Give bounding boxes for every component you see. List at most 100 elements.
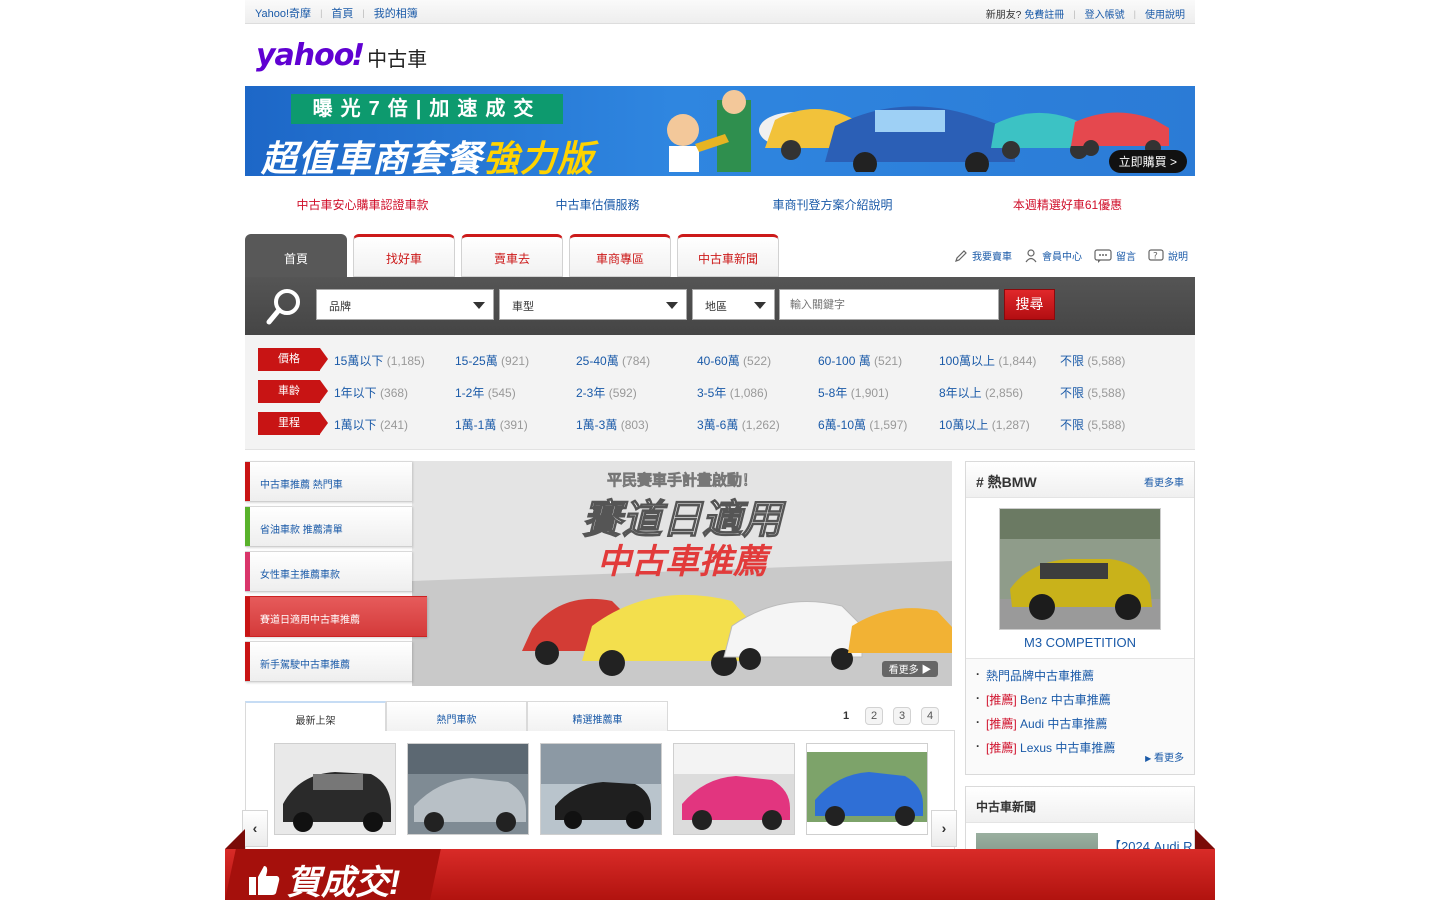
filter-option-label: 6萬-10萬 [818,418,867,432]
filter-option-count: (5,588) [1087,418,1126,432]
filter-row-price: 價格 15萬以下 (1,185) 15-25萬 (921) 25-40萬 (78… [258,348,1178,371]
filter-option[interactable]: 不限 (5,588) [1060,352,1125,369]
filter-option-count: (1,287) [991,418,1030,432]
filter-option-label: 40-60萬 [697,354,740,368]
category-item-active[interactable]: 賽道日適用中古車推薦 [245,596,427,637]
featured-link-text: Lexus 中古車推薦 [1020,741,1116,755]
tool-member[interactable]: 會員中心 [1024,248,1082,263]
filter-option[interactable]: 6萬-10萬 (1,597) [818,416,907,433]
tab-home[interactable]: 首頁 [245,234,347,277]
notice-link[interactable]: 車商刊登方案介紹說明 [715,196,950,213]
banner-cars-illustration [667,90,1169,172]
tool-sell[interactable]: 我要賣車 [954,248,1012,263]
featured-link-text: Audi 中古車推薦 [1020,717,1108,731]
model-select[interactable]: 車型 [499,289,687,320]
listing-tab-popular[interactable]: 熱門車款 [386,701,527,731]
hero-banner[interactable]: 曝光7倍|加速成交 超值車商套餐強力版 立即購買 > [245,86,1195,176]
filter-option[interactable]: 3萬-6萬 (1,262) [697,416,780,433]
carousel-next-button[interactable]: › [931,810,957,847]
notice-link[interactable]: 中古車安心購車認證車款 [245,196,480,213]
listing-card[interactable] [274,743,396,835]
brand-select[interactable]: 品牌 [316,289,494,320]
tool-message[interactable]: 留言 [1094,248,1136,263]
listing-card[interactable] [407,743,529,835]
filter-option[interactable]: 1-2年 (545) [455,384,516,401]
filter-option-label: 5-8年 [818,386,848,400]
top-link-home[interactable]: 首頁 [331,5,353,21]
carousel-prev-button[interactable]: ‹ [242,810,268,847]
filter-option[interactable]: 2-3年 (592) [576,384,637,401]
filter-option[interactable]: 1萬-1萬 (391) [455,416,528,433]
filter-option[interactable]: 5-8年 (1,901) [818,384,889,401]
filter-label: 價格 [258,348,328,371]
category-item[interactable]: 中古車推薦 熱門車 [245,461,412,502]
filter-option[interactable]: 40-60萬 (522) [697,352,771,369]
featured-link[interactable]: [推薦] Benz 中古車推薦 [976,688,1194,708]
filter-option[interactable]: 1年以下 (368) [334,384,408,401]
filter-option[interactable]: 3-5年 (1,086) [697,384,768,401]
listing-card[interactable] [806,743,928,835]
tab-dealer[interactable]: 車商專區 [569,234,671,277]
search-button[interactable]: 搜尋 [1004,289,1055,320]
filter-option[interactable]: 100萬以上 (1,844) [939,352,1036,369]
featured-link[interactable]: [推薦] Audi 中古車推薦 [976,712,1194,732]
register-link[interactable]: 免費註冊 [1024,6,1064,21]
deal-banner-bar[interactable]: 賀成交! [225,829,1215,900]
filter-option[interactable]: 25-40萬 (784) [576,352,650,369]
separator: | [320,8,323,18]
filter-option[interactable]: 15-25萬 (921) [455,352,529,369]
featured-more-link[interactable]: 看更多車 [1144,474,1184,489]
featured-car-photo[interactable] [999,508,1161,630]
tool-help[interactable]: ? 說明 [1148,248,1188,263]
top-link-album[interactable]: 我的相簿 [374,5,418,21]
filter-option[interactable]: 10萬以上 (1,287) [939,416,1030,433]
promo-banner[interactable]: 平民賽車手計畫啟動！ 賽道日適用 中古車推薦 看更多 ▶ [412,461,952,686]
tool-member-label: 會員中心 [1042,252,1082,263]
help-link[interactable]: 使用說明 [1145,6,1185,21]
featured-link[interactable]: 熱門品牌中古車推薦 [976,664,1194,684]
listing-card[interactable] [540,743,662,835]
tab-sell-car[interactable]: 賣車去 [461,234,563,277]
filter-option[interactable]: 60-100 萬 (521) [818,352,902,369]
promo-more: 看更多 ▶ [889,663,932,676]
filter-option[interactable]: 8年以上 (2,856) [939,384,1023,401]
keyword-input[interactable] [779,289,999,320]
listing-card[interactable] [673,743,795,835]
filter-option-label: 2-3年 [576,386,606,400]
filter-option[interactable]: 15萬以下 (1,185) [334,352,425,369]
filter-option[interactable]: 1萬-3萬 (803) [576,416,649,433]
filter-option[interactable]: 不限 (5,588) [1060,384,1125,401]
top-link-yahoo[interactable]: Yahoo!奇摩 [255,5,311,21]
featured-caption[interactable]: M3 COMPETITION [966,635,1194,650]
chevron-down-icon [754,302,766,309]
category-label: 女性車主推薦車款 [260,570,340,581]
listing-tab-picks[interactable]: 精選推薦車 [527,701,668,731]
featured-more2-link[interactable]: ▶ 看更多 [1145,749,1184,764]
filter-option[interactable]: 不限 (5,588) [1060,416,1125,433]
featured-car-image [1000,509,1160,629]
tab-find-car[interactable]: 找好車 [353,234,455,277]
category-color-bar [245,552,250,591]
site-logo[interactable]: yahoo! 中古車 [256,38,427,73]
logo-suffix: 中古車 [367,49,428,71]
featured-link-tag: [推薦] [986,741,1017,755]
page-button[interactable]: 4 [921,707,939,725]
filter-option[interactable]: 1萬以下 (241) [334,416,408,433]
filter-option-count: (2,856) [985,386,1024,400]
filter-option-count: (5,588) [1087,354,1126,368]
region-select[interactable]: 地區 [692,289,775,320]
notice-link[interactable]: 中古車估價服務 [480,196,715,213]
listing-tab-latest[interactable]: 最新上架 [245,701,386,732]
category-item[interactable]: 新手駕駛中古車推薦 [245,641,412,682]
category-item[interactable]: 女性車主推薦車款 [245,551,412,592]
category-list: 中古車推薦 熱門車 省油車款 推薦清單 女性車主推薦車款 賽道日適用中古車推薦 … [245,461,427,686]
filter-option-label: 100萬以上 [939,354,996,368]
login-link[interactable]: 登入帳號 [1085,6,1125,21]
tab-news[interactable]: 中古車新聞 [677,234,779,277]
page-button-current[interactable]: 1 [837,707,855,725]
category-item[interactable]: 省油車款 推薦清單 [245,506,412,547]
page-button[interactable]: 3 [893,707,911,725]
buy-now-button[interactable]: 立即購買 > [1108,150,1187,173]
notice-link[interactable]: 本週精選好車61優惠 [950,196,1185,213]
page-button[interactable]: 2 [865,707,883,725]
